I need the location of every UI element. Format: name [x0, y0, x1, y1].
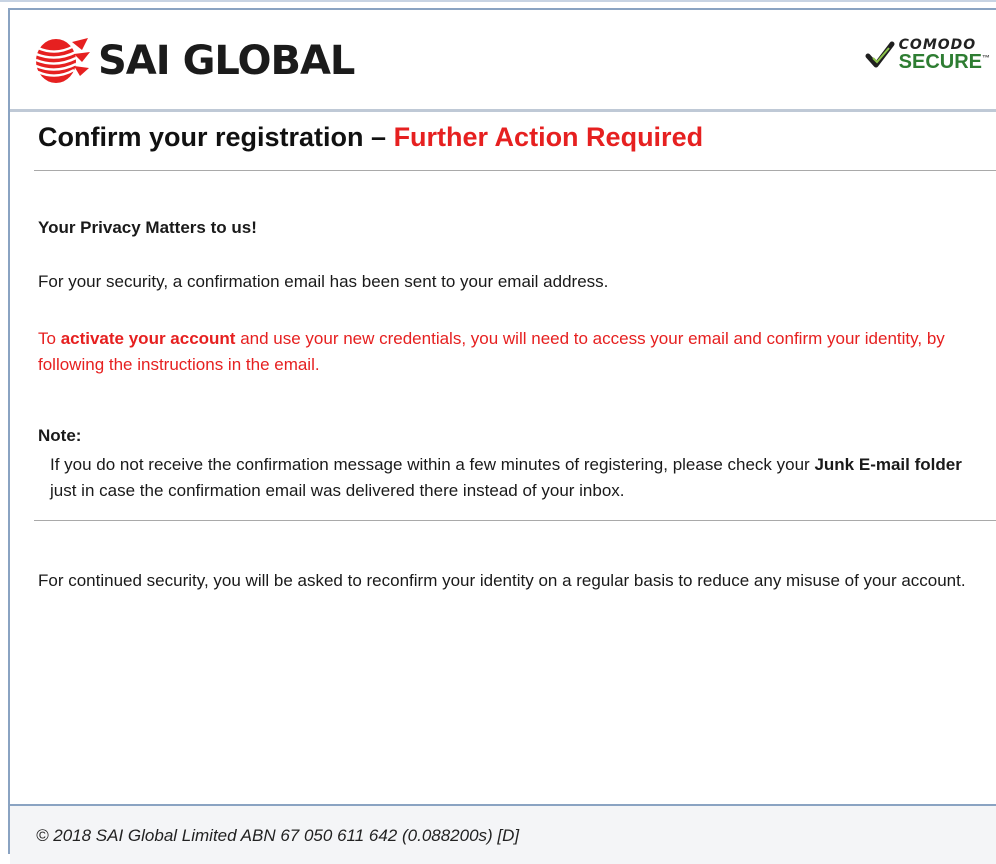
junk-folder-emphasis: Junk E-mail folder: [814, 455, 962, 474]
note-heading: Note:: [38, 426, 82, 445]
note-post: just in case the confirmation email was …: [50, 481, 625, 500]
comodo-text: COMODO SECURE™: [899, 38, 990, 72]
title-main: Confirm your registration –: [38, 122, 394, 152]
page-footer: © 2018 SAI Global Limited ABN 67 050 611…: [10, 804, 996, 864]
activation-instructions: To activate your account and use your ne…: [38, 326, 978, 378]
logo-text: SAI GLOBAL: [98, 38, 355, 84]
comodo-secure-badge[interactable]: COMODO SECURE™: [865, 38, 990, 72]
title-action-required: Further Action Required: [393, 122, 704, 152]
note-divider: [34, 520, 996, 521]
secure-word: SECURE: [898, 51, 982, 73]
page-header: SAI GLOBAL COMODO SECURE™: [10, 10, 996, 110]
sai-global-logo[interactable]: SAI GLOBAL: [34, 36, 355, 86]
top-border-line: [0, 0, 996, 2]
security-message: For your security, a confirmation email …: [38, 272, 609, 291]
copyright-text: © 2018 SAI Global Limited ABN 67 050 611…: [36, 826, 520, 845]
note-text: If you do not receive the confirmation m…: [50, 452, 980, 504]
secure-label: SECURE™: [899, 52, 990, 72]
comodo-check-icon: [865, 41, 895, 68]
note-pre: If you do not receive the confirmation m…: [50, 455, 815, 474]
title-divider: [34, 170, 996, 171]
comodo-label: COMODO: [898, 37, 977, 53]
page-title: Confirm your registration – Further Acti…: [38, 122, 703, 153]
activate-pre: To: [38, 329, 61, 348]
sai-global-emblem-icon: [35, 38, 90, 83]
privacy-heading: Your Privacy Matters to us!: [38, 218, 257, 237]
trademark-symbol: ™: [982, 53, 990, 63]
continued-security-message: For continued security, you will be aske…: [38, 571, 966, 590]
header-divider: [10, 109, 996, 112]
activate-account-emphasis: activate your account: [60, 329, 236, 348]
